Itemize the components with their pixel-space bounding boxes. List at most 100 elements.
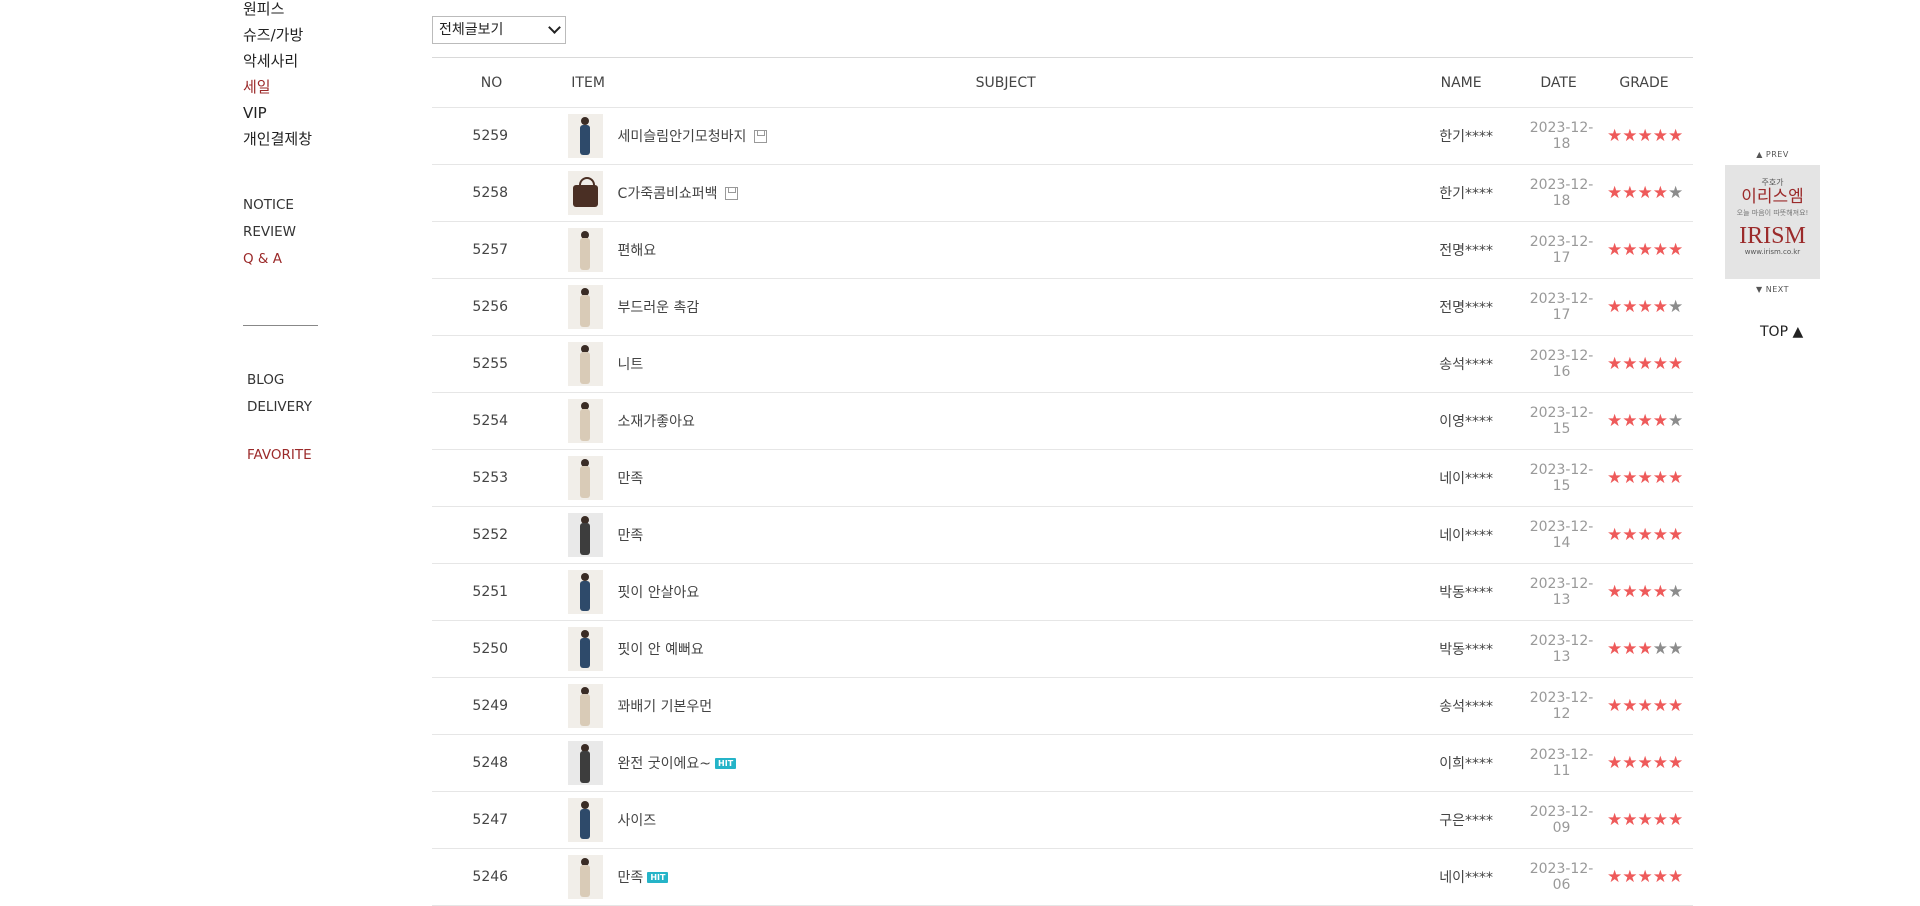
banner-url: www.irism.co.kr <box>1744 248 1801 256</box>
subject-text[interactable]: 만족 <box>618 867 644 887</box>
subject-text[interactable]: 사이즈 <box>618 810 657 830</box>
row-subject[interactable]: 니트 <box>608 354 1407 374</box>
item-thumbnail[interactable] <box>567 570 603 614</box>
star-icon: ★ <box>1606 467 1623 488</box>
star-icon: ★ <box>1622 809 1638 830</box>
star-icon: ★ <box>1622 410 1638 431</box>
row-subject[interactable]: 세미슬림안기모청바지 <box>608 126 1407 146</box>
star-icon: ★ <box>1637 239 1653 260</box>
table-row[interactable]: 5249 꽈배기 기본우먼 송석**** 2023-12-12 ★ ★ ★ ★ ★ <box>432 678 1693 735</box>
star-icon: ★ <box>1637 410 1653 431</box>
nav-category-item[interactable]: 악세사리 <box>243 48 383 74</box>
item-thumbnail[interactable] <box>567 627 603 671</box>
favorite-link[interactable]: FAVORITE <box>243 447 383 463</box>
table-row[interactable]: 5257 편해요 전명**** 2023-12-17 ★ ★ ★ ★ ★ <box>432 222 1693 279</box>
nav-board-link[interactable]: REVIEW <box>243 219 383 246</box>
header-item: ITEM <box>571 74 605 91</box>
row-rating: ★ ★ ★ ★ ★ <box>1597 581 1693 602</box>
table-row[interactable]: 5258 C가죽콤비쇼퍼백 한기**** 2023-12-18 ★ ★ ★ ★ ★ <box>432 165 1693 222</box>
row-item <box>562 684 607 728</box>
row-author: 네이**** <box>1439 471 1494 487</box>
star-icon: ★ <box>1637 182 1653 203</box>
subject-text[interactable]: 만족 <box>618 468 644 488</box>
star-icon: ★ <box>1667 182 1684 203</box>
item-thumbnail[interactable] <box>567 513 603 557</box>
item-thumbnail[interactable] <box>567 285 603 329</box>
irism-banner[interactable]: 주호가 이리스엠 오늘 마음이 따뜻해져요! IRISM www.irism.c… <box>1725 165 1820 279</box>
top-button[interactable]: TOP ▲ <box>1760 324 1803 340</box>
item-thumbnail[interactable] <box>567 456 603 500</box>
row-subject[interactable]: 편해요 <box>608 240 1407 260</box>
row-number: 5253 <box>472 470 509 486</box>
table-row[interactable]: 5255 니트 송석**** 2023-12-16 ★ ★ ★ ★ ★ <box>432 336 1693 393</box>
nav-board-link[interactable]: Q & A <box>243 246 383 273</box>
nav-extra-link[interactable]: BLOG <box>247 367 383 394</box>
row-subject[interactable]: 사이즈 <box>608 810 1407 830</box>
side-widget: ▲ PREV 주호가 이리스엠 오늘 마음이 따뜻해져요! IRISM www.… <box>1725 150 1820 294</box>
table-row[interactable]: 5254 소재가좋아요 이영**** 2023-12-15 ★ ★ ★ ★ ★ <box>432 393 1693 450</box>
star-icon: ★ <box>1637 581 1653 602</box>
item-thumbnail[interactable] <box>567 855 603 899</box>
table-row[interactable]: 5247 사이즈 구은**** 2023-12-09 ★ ★ ★ ★ ★ <box>432 792 1693 849</box>
subject-text[interactable]: 완전 굿이에요~ <box>618 753 711 773</box>
row-subject[interactable]: 만족 <box>608 468 1407 488</box>
row-subject[interactable]: 꽈배기 기본우먼 <box>608 696 1407 716</box>
row-subject[interactable]: 핏이 안 예뻐요 <box>608 639 1407 659</box>
row-author: 박동**** <box>1439 642 1494 658</box>
row-item <box>562 399 607 443</box>
subject-text[interactable]: 꽈배기 기본우먼 <box>618 696 713 716</box>
item-thumbnail[interactable] <box>567 114 603 158</box>
subject-text[interactable]: 핏이 안살아요 <box>618 582 700 602</box>
table-row[interactable]: 5256 부드러운 촉감 전명**** 2023-12-17 ★ ★ ★ ★ ★ <box>432 279 1693 336</box>
row-subject[interactable]: 핏이 안살아요 <box>608 582 1407 602</box>
table-row[interactable]: 5248 완전 굿이에요~ HIT 이희**** 2023-12-11 ★ ★ ★ ★ ★ <box>432 735 1693 792</box>
table-row[interactable]: 5250 핏이 안 예뻐요 박동**** 2023-12-13 ★ ★ ★ ★ ★ <box>432 621 1693 678</box>
nav-extra-link[interactable]: DELIVERY <box>247 394 383 421</box>
item-thumbnail[interactable] <box>567 171 603 215</box>
row-number: 5250 <box>472 641 509 657</box>
table-row[interactable]: 5246 만족 HIT 네이**** 2023-12-06 ★ ★ ★ ★ ★ <box>432 849 1693 906</box>
subject-text[interactable]: 만족 <box>618 525 644 545</box>
row-author: 전명**** <box>1439 243 1494 259</box>
nav-category-item[interactable]: 세일 <box>243 74 383 100</box>
nav-category-item[interactable]: 개인결제창 <box>243 126 383 152</box>
row-rating: ★ ★ ★ ★ ★ <box>1597 410 1693 431</box>
item-thumbnail[interactable] <box>567 399 603 443</box>
item-thumbnail[interactable] <box>567 228 603 272</box>
nav-category-item[interactable]: VIP <box>243 100 383 126</box>
table-row[interactable]: 5252 만족 네이**** 2023-12-14 ★ ★ ★ ★ ★ <box>432 507 1693 564</box>
star-icon: ★ <box>1637 809 1653 830</box>
nav-board-link[interactable]: NOTICE <box>243 192 383 219</box>
item-thumbnail[interactable] <box>567 741 603 785</box>
filter-select[interactable]: 전체글보기 <box>432 16 566 44</box>
row-item <box>562 228 607 272</box>
next-button[interactable]: ▼ NEXT <box>1725 285 1820 294</box>
nav-category-item[interactable]: 슈즈/가방 <box>243 22 383 48</box>
row-subject[interactable]: C가죽콤비쇼퍼백 <box>608 183 1407 203</box>
subject-text[interactable]: 핏이 안 예뻐요 <box>618 639 704 659</box>
star-icon: ★ <box>1667 353 1684 374</box>
prev-button[interactable]: ▲ PREV <box>1725 150 1820 159</box>
nav-category-item[interactable]: 원피스 <box>243 0 383 22</box>
subject-text[interactable]: 소재가좋아요 <box>618 411 695 431</box>
row-date: 2023-12-09 <box>1529 804 1594 836</box>
subject-text[interactable]: 편해요 <box>618 240 657 260</box>
item-thumbnail[interactable] <box>567 342 603 386</box>
row-subject[interactable]: 만족 HIT <box>608 867 1407 887</box>
row-rating: ★ ★ ★ ★ ★ <box>1597 526 1693 544</box>
row-subject[interactable]: 완전 굿이에요~ HIT <box>608 753 1407 773</box>
row-author: 네이**** <box>1439 870 1494 886</box>
subject-text[interactable]: 니트 <box>618 354 644 374</box>
row-subject[interactable]: 소재가좋아요 <box>608 411 1407 431</box>
table-row[interactable]: 5253 만족 네이**** 2023-12-15 ★ ★ ★ ★ ★ <box>432 450 1693 507</box>
table-row[interactable]: 5251 핏이 안살아요 박동**** 2023-12-13 ★ ★ ★ ★ ★ <box>432 564 1693 621</box>
subject-text[interactable]: C가죽콤비쇼퍼백 <box>618 183 718 203</box>
item-thumbnail[interactable] <box>567 798 603 842</box>
subject-text[interactable]: 부드러운 촉감 <box>618 297 700 317</box>
table-row[interactable]: 5259 세미슬림안기모청바지 한기**** 2023-12-18 ★ ★ ★ ★ ★ <box>432 108 1693 165</box>
row-subject[interactable]: 부드러운 촉감 <box>608 297 1407 317</box>
item-thumbnail[interactable] <box>567 684 603 728</box>
row-item <box>562 513 607 557</box>
row-subject[interactable]: 만족 <box>608 525 1407 545</box>
subject-text[interactable]: 세미슬림안기모청바지 <box>618 126 747 146</box>
